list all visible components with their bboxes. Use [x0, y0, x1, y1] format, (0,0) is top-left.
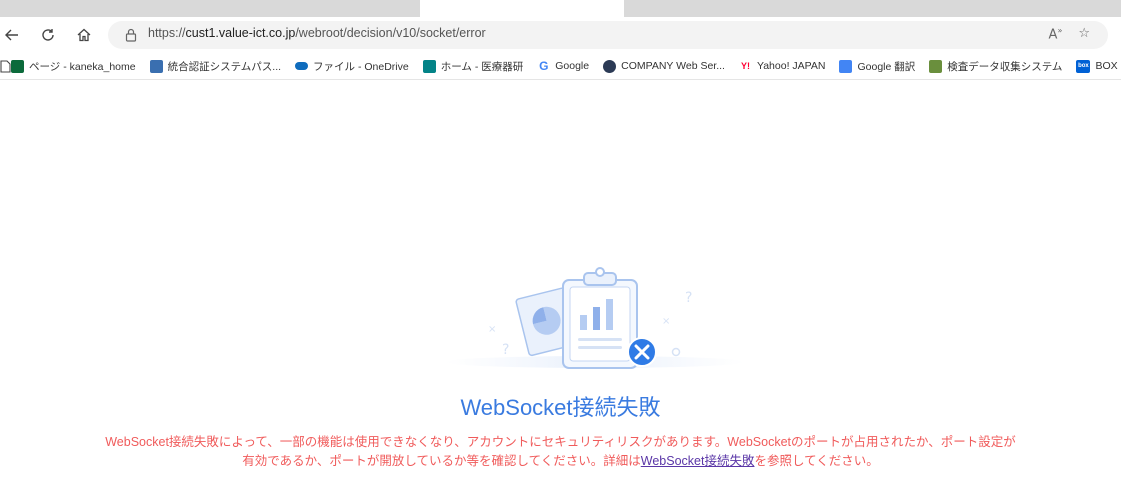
- bookmark-item[interactable]: Google 翻訳: [839, 59, 915, 74]
- bookmark-label: BOX: [1095, 60, 1118, 72]
- star-plus-icon[interactable]: ☆: [1078, 26, 1090, 42]
- bookmark-label: 統合認証システムパス...: [167, 60, 282, 73]
- bookmark-label: ファイル - OneDrive: [313, 60, 409, 73]
- bookmark-label: Yahoo! JAPAN: [756, 60, 826, 72]
- auth-icon: [149, 59, 163, 73]
- lock-icon[interactable]: [122, 26, 140, 44]
- sharepoint-icon: [11, 59, 24, 73]
- svg-text:?: ?: [685, 290, 692, 306]
- reload-button[interactable]: [36, 23, 60, 47]
- tab-inactive[interactable]: [624, 0, 1121, 17]
- bookmark-label: Google 翻訳: [857, 60, 916, 73]
- bookmark-item[interactable]: COMPANY Web Ser...: [603, 59, 725, 73]
- bookmark-item[interactable]: G Google: [537, 59, 590, 73]
- message-text-end: を参照してください。: [754, 454, 879, 468]
- google-icon: G: [539, 59, 549, 73]
- svg-text:?: ?: [502, 342, 509, 358]
- reload-icon: [42, 29, 54, 41]
- url-scheme: https://: [148, 26, 186, 40]
- back-button[interactable]: [0, 23, 24, 47]
- help-link[interactable]: WebSocket接続失敗: [641, 454, 755, 468]
- company-icon: [603, 59, 617, 73]
- home-button[interactable]: [72, 23, 96, 47]
- address-bar[interactable]: https://cust1.value-ict.co.jp/webroot/de…: [108, 21, 1108, 49]
- onedrive-icon: [295, 62, 309, 70]
- svg-text:×: ×: [662, 316, 670, 327]
- translate-icon: [839, 59, 853, 73]
- page-icon[interactable]: [0, 59, 11, 73]
- error-message: WebSocket接続失敗によって、一部の機能は使用できなくなり、アカウントにセ…: [100, 433, 1021, 471]
- svg-text:×: ×: [488, 324, 496, 335]
- bookmark-label: 検査データ収集システム: [947, 60, 1063, 73]
- bookmark-item[interactable]: ホーム - 医療器研: [422, 59, 524, 74]
- url-text[interactable]: https://cust1.value-ict.co.jp/webroot/de…: [148, 26, 486, 40]
- bookmark-item[interactable]: box BOX: [1076, 59, 1118, 73]
- bookmark-label: ホーム - 医療器研: [440, 60, 524, 73]
- error-illustration: ? ? × ×: [445, 267, 745, 369]
- bookmark-item[interactable]: 統合認証システムパス...: [149, 59, 282, 74]
- box-icon: box: [1076, 59, 1091, 73]
- bookmark-label: ページ - kaneka_home: [29, 60, 136, 73]
- bookmark-item[interactable]: ページ - kaneka_home: [11, 59, 136, 74]
- clipboard-icon: [562, 267, 638, 369]
- url-host: cust1.value-ict.co.jp: [185, 26, 296, 40]
- yahoo-icon: Y!: [740, 61, 750, 71]
- tab-strip: [0, 0, 1121, 17]
- tab-inactive[interactable]: [0, 0, 420, 17]
- home-icon: [77, 28, 91, 42]
- tab-active[interactable]: [422, 0, 622, 17]
- bookmark-item[interactable]: Y! Yahoo! JAPAN: [739, 60, 825, 73]
- chart-icon: [929, 59, 943, 73]
- bookmark-item[interactable]: ファイル - OneDrive: [295, 59, 409, 74]
- bookmark-label: COMPANY Web Ser...: [621, 60, 725, 72]
- back-arrow-icon: [5, 29, 18, 41]
- bookmark-item[interactable]: 検査データ収集システム: [929, 59, 1062, 74]
- bookmarks-bar: ページ - kaneka_home 統合認証システムパス... ファイル - One…: [0, 53, 1121, 80]
- url-path: /webroot/decision/v10/socket/error: [295, 26, 486, 40]
- message-text: WebSocket接続失敗によって、一部の機能は使用できなくなり、アカウントにセ…: [105, 435, 1016, 468]
- toolbar: https://cust1.value-ict.co.jp/webroot/de…: [0, 17, 1121, 53]
- error-x-icon: [627, 337, 657, 367]
- sharepoint-icon: [422, 59, 436, 73]
- bookmark-label: Google: [555, 60, 590, 72]
- read-aloud-icon[interactable]: A»: [1049, 26, 1063, 42]
- error-title: WebSocket接続失敗: [460, 395, 661, 420]
